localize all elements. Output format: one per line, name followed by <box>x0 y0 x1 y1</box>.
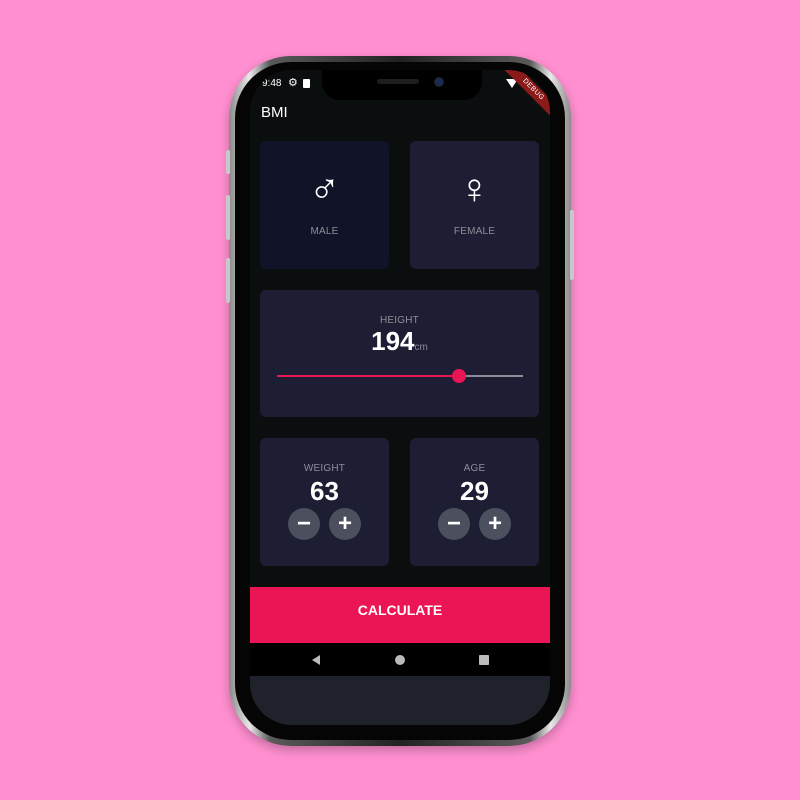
mute-switch <box>226 150 230 174</box>
speaker <box>377 79 419 84</box>
height-card: HEIGHT 194cm <box>260 290 539 417</box>
gear-icon: ⚙ <box>288 77 298 89</box>
back-icon[interactable] <box>312 655 320 665</box>
female-card[interactable]: ♀ FEMALE <box>410 141 539 269</box>
weight-decrement-button[interactable]: − <box>288 508 320 540</box>
height-readout: 194cm <box>260 326 539 357</box>
weight-card: WEIGHT 63 − + <box>260 438 389 566</box>
power-button <box>570 210 574 280</box>
weight-value: 63 <box>310 476 339 506</box>
weight-increment-button[interactable]: + <box>329 508 361 540</box>
age-decrement-button[interactable]: − <box>438 508 470 540</box>
height-value: 194 <box>371 326 415 356</box>
app-screen: 9:48 ⚙ DEBUG BMI ♂ MALE ♀ FEMALE HEIGHT … <box>250 70 550 725</box>
female-label: FEMALE <box>453 226 496 237</box>
status-time: 9:48 <box>262 78 282 89</box>
height-label: HEIGHT <box>380 315 419 326</box>
sd-card-icon <box>303 79 310 88</box>
age-label: AGE <box>463 463 486 474</box>
bottom-area <box>250 676 550 725</box>
height-unit: cm <box>414 342 428 353</box>
weight-label: WEIGHT <box>303 463 346 474</box>
android-nav-bar <box>250 643 550 676</box>
notch <box>322 70 482 100</box>
app-title: BMI <box>261 104 288 121</box>
height-slider-active-track <box>277 375 460 377</box>
male-icon: ♂ <box>308 165 341 212</box>
volume-up-button <box>226 195 230 240</box>
camera <box>434 77 444 87</box>
age-card: AGE 29 − + <box>410 438 539 566</box>
calculate-button[interactable]: CALCULATE <box>250 587 550 643</box>
male-label: MALE <box>310 226 339 237</box>
recents-icon[interactable] <box>479 655 489 665</box>
height-slider-thumb[interactable] <box>452 369 467 383</box>
age-value: 29 <box>460 476 489 506</box>
female-icon: ♀ <box>458 165 491 212</box>
home-icon[interactable] <box>395 655 405 665</box>
male-card[interactable]: ♂ MALE <box>260 141 389 269</box>
age-increment-button[interactable]: + <box>479 508 511 540</box>
volume-down-button <box>226 258 230 303</box>
